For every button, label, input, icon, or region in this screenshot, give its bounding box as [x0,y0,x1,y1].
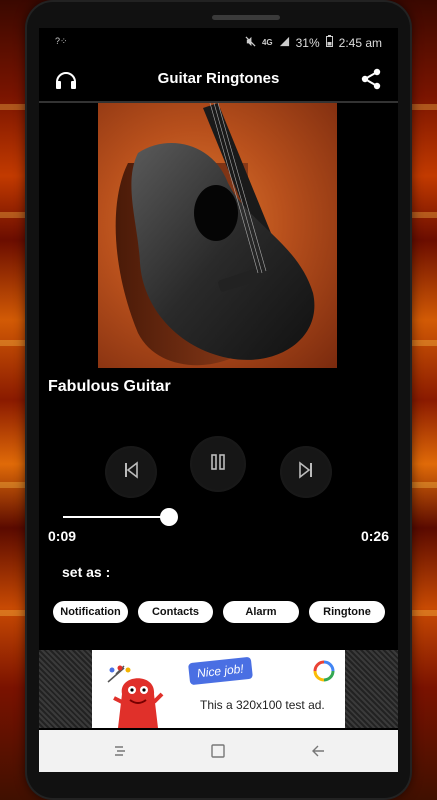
app-screen: ?⁘ 4G 31% 2:45 am Guitar Ringtones Fabul… [39,28,398,772]
banner-ad[interactable]: Nice job! This a 320x100 test ad. [92,650,345,728]
back-icon[interactable] [307,740,329,762]
battery-icon [325,35,333,50]
next-track-icon [297,460,315,484]
app-bar: Guitar Ringtones [39,58,398,100]
set-as-label: set as : [62,564,111,580]
ad-body-text: This a 320x100 test ad. [200,698,325,712]
system-nav-bar [39,730,398,772]
pause-icon [209,453,227,476]
network-type: 4G [261,38,273,47]
set-contacts-button[interactable]: Contacts [138,601,213,623]
monster-mascot-icon [104,664,174,728]
seek-thumb[interactable] [160,508,178,526]
pause-button[interactable] [190,436,246,492]
recents-icon[interactable] [109,740,131,762]
ad-choices-icon[interactable] [313,660,335,682]
signal-icon [279,36,290,50]
status-right: 4G 31% 2:45 am [245,35,382,50]
next-button[interactable] [280,446,332,498]
guitar-artwork [98,103,337,368]
signal-label: ?⁘ [55,36,68,46]
phone-speaker [212,15,280,20]
previous-button[interactable] [105,446,157,498]
track-title: Fabulous Guitar [48,378,171,395]
mute-icon [245,35,256,50]
seek-bar[interactable] [63,516,169,518]
home-icon[interactable] [207,740,229,762]
total-time: 0:26 [360,528,389,544]
share-icon[interactable] [356,64,386,94]
current-time: 0:09 [48,528,77,544]
battery-percent: 31% [295,35,320,50]
status-time: 2:45 am [338,35,382,50]
set-ringtone-button[interactable]: Ringtone [309,601,385,623]
ad-bubble: Nice job! [188,656,253,686]
page-title: Guitar Ringtones [157,70,280,87]
previous-track-icon [122,460,140,484]
status-bar: ?⁘ 4G 31% 2:45 am [39,28,398,56]
set-notification-button[interactable]: Notification [53,601,128,623]
set-alarm-button[interactable]: Alarm [223,601,299,623]
